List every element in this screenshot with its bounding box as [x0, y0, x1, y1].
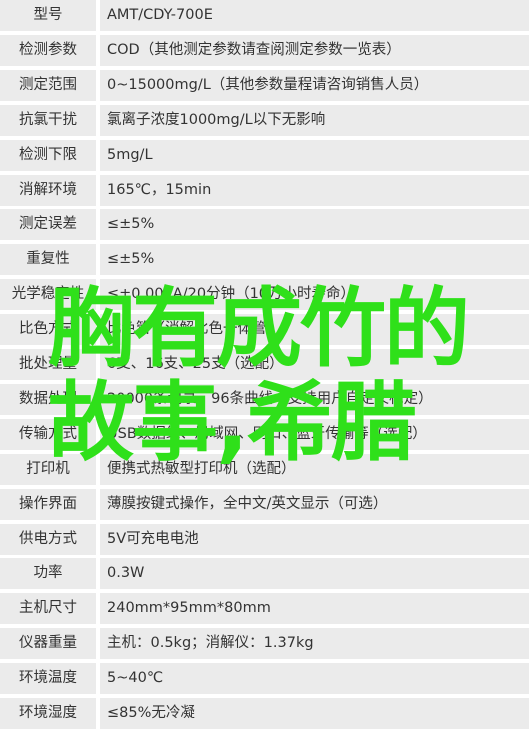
spec-value: 165℃，15min [100, 174, 529, 206]
spec-row: 检测参数 COD（其他测定参数请查阅测定参数一览表） [0, 34, 529, 66]
spec-value: 0.3W [100, 558, 529, 590]
spec-value: 薄膜按键式操作，全中文/英文显示（可选） [100, 488, 529, 520]
spec-row: 抗氯干扰 氯离子浓度1000mg/L以下无影响 [0, 104, 529, 136]
spec-label: 操作界面 [0, 488, 96, 520]
spec-label: 供电方式 [0, 523, 96, 555]
overlay-line-1: 胸有成竹的 [48, 279, 470, 379]
spec-value: ≤85%无冷凝 [100, 698, 529, 729]
spec-row: 功率 0.3W [0, 558, 529, 590]
spec-value: 240mm*95mm*80mm [100, 593, 529, 625]
spec-value: 0~15000mg/L（其他参数量程请咨询销售人员） [100, 69, 529, 101]
spec-value: 5V可充电电池 [100, 523, 529, 555]
spec-value: 5mg/L [100, 139, 529, 171]
spec-row: 测定范围 0~15000mg/L（其他参数量程请咨询销售人员） [0, 69, 529, 101]
spec-value: COD（其他测定参数请查阅测定参数一览表） [100, 34, 529, 66]
spec-row: 主机尺寸 240mm*95mm*80mm [0, 593, 529, 625]
spec-value: ≤±5% [100, 209, 529, 241]
spec-value: AMT/CDY-700E [100, 0, 529, 31]
spec-value: ≤±5% [100, 244, 529, 276]
spec-label: 环境湿度 [0, 698, 96, 729]
spec-row: 型号 AMT/CDY-700E [0, 0, 529, 31]
spec-label: 仪器重量 [0, 628, 96, 660]
spec-row: 测定误差 ≤±5% [0, 209, 529, 241]
spec-label: 测定范围 [0, 69, 96, 101]
overlay-caption: 胸有成竹的 故事,希腊 [48, 279, 470, 473]
spec-row: 消解环境 165℃，15min [0, 174, 529, 206]
spec-value: 主机：0.5kg；消解仪：1.37kg [100, 628, 529, 660]
spec-row: 环境温度 5~40℃ [0, 663, 529, 695]
spec-value: 5~40℃ [100, 663, 529, 695]
spec-label: 测定误差 [0, 209, 96, 241]
spec-label: 检测参数 [0, 34, 96, 66]
spec-label: 消解环境 [0, 174, 96, 206]
spec-label: 型号 [0, 0, 96, 31]
spec-label: 重复性 [0, 244, 96, 276]
spec-row: 仪器重量 主机：0.5kg；消解仪：1.37kg [0, 628, 529, 660]
spec-row: 供电方式 5V可充电电池 [0, 523, 529, 555]
spec-label: 检测下限 [0, 139, 96, 171]
spec-row: 重复性 ≤±5% [0, 244, 529, 276]
spec-row: 环境湿度 ≤85%无冷凝 [0, 698, 529, 729]
spec-label: 环境温度 [0, 663, 96, 695]
spec-row: 检测下限 5mg/L [0, 139, 529, 171]
spec-row: 操作界面 薄膜按键式操作，全中文/英文显示（可选） [0, 488, 529, 520]
spec-label: 功率 [0, 558, 96, 590]
overlay-line-2: 故事,希腊 [48, 373, 417, 473]
spec-label: 主机尺寸 [0, 593, 96, 625]
spec-value: 氯离子浓度1000mg/L以下无影响 [100, 104, 529, 136]
spec-label: 抗氯干扰 [0, 104, 96, 136]
